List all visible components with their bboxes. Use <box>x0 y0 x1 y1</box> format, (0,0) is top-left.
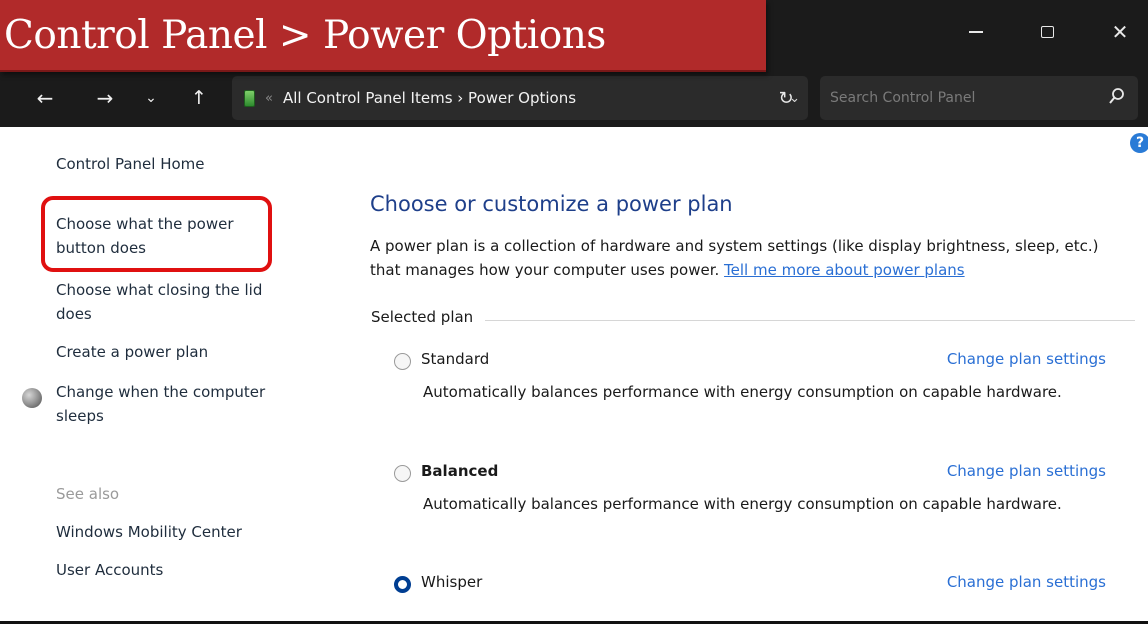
user-accounts-link[interactable]: User Accounts <box>56 558 163 582</box>
plan-name-standard[interactable]: Standard <box>421 350 489 368</box>
selected-plan-label: Selected plan <box>371 308 486 326</box>
forward-button[interactable]: → <box>90 78 120 118</box>
search-box[interactable] <box>820 76 1138 120</box>
search-icon[interactable] <box>1108 87 1126 107</box>
back-arrow-icon: ← <box>36 86 54 110</box>
sidebar-item-create-plan[interactable]: Create a power plan <box>56 340 208 364</box>
windows-mobility-center-link[interactable]: Windows Mobility Center <box>56 520 242 544</box>
intro-text: A power plan is a collection of hardware… <box>370 234 1110 282</box>
plan-radio-balanced[interactable] <box>394 465 411 482</box>
search-input[interactable] <box>830 87 1090 109</box>
see-also-heading: See also <box>56 485 120 503</box>
change-plan-settings-whisper[interactable]: Change plan settings <box>947 573 1106 591</box>
sidebar-item-label: Change when the computer <box>56 383 266 401</box>
navigation-bar: ← → ⌄ ↑ « All Control Panel Items › Powe… <box>0 70 1148 127</box>
maximize-icon <box>1040 26 1054 38</box>
maximize-button[interactable] <box>1027 14 1067 50</box>
sidebar-item-sleep[interactable]: Change when the computer sleeps <box>56 380 265 428</box>
plan-name-balanced[interactable]: Balanced <box>421 462 498 480</box>
minimize-button[interactable] <box>956 14 996 50</box>
minimize-icon <box>969 31 983 33</box>
sidebar-item-label: Create a power plan <box>56 343 209 361</box>
plan-name-whisper[interactable]: Whisper <box>421 573 482 591</box>
close-icon: ✕ <box>1111 20 1129 44</box>
battery-icon <box>244 89 255 107</box>
change-plan-settings-balanced[interactable]: Change plan settings <box>947 462 1106 480</box>
up-arrow-icon: ↑ <box>191 87 207 109</box>
refresh-button[interactable]: ↻ <box>768 78 804 118</box>
back-button[interactable]: ← <box>30 78 60 118</box>
sleep-moon-icon <box>22 388 42 408</box>
banner-title: Control Panel > Power Options <box>4 12 606 58</box>
address-bar[interactable]: « All Control Panel Items › Power Option… <box>232 76 808 120</box>
refresh-icon: ↻ <box>778 87 794 109</box>
sidebar-item-label: does <box>56 305 92 323</box>
chevron-down-icon: ⌄ <box>145 90 157 106</box>
close-button[interactable]: ✕ <box>1100 14 1140 50</box>
up-button[interactable]: ↑ <box>184 78 214 118</box>
highlight-annotation <box>41 196 272 272</box>
plan-radio-whisper[interactable] <box>394 576 411 593</box>
control-panel-home-link[interactable]: Control Panel Home <box>56 152 205 176</box>
address-overflow-icon: « <box>265 90 273 106</box>
address-breadcrumb[interactable]: All Control Panel Items › Power Options <box>283 89 576 107</box>
recent-locations-button[interactable]: ⌄ <box>136 78 166 118</box>
page-title: Choose or customize a power plan <box>370 192 733 216</box>
learn-more-link[interactable]: Tell me more about power plans <box>724 261 965 279</box>
overlay-banner: Control Panel > Power Options <box>0 0 766 72</box>
plan-radio-standard[interactable] <box>394 353 411 370</box>
forward-arrow-icon: → <box>96 86 114 110</box>
sidebar-item-label: Choose what closing the lid <box>56 281 263 299</box>
plan-description-balanced: Automatically balances performance with … <box>423 495 1062 513</box>
help-icon[interactable]: ? <box>1130 133 1148 153</box>
sidebar-item-closing-lid[interactable]: Choose what closing the lid does <box>56 278 262 326</box>
change-plan-settings-standard[interactable]: Change plan settings <box>947 350 1106 368</box>
plan-description-standard: Automatically balances performance with … <box>423 383 1062 401</box>
section-divider <box>371 320 1135 321</box>
sidebar-item-label: sleeps <box>56 407 104 425</box>
